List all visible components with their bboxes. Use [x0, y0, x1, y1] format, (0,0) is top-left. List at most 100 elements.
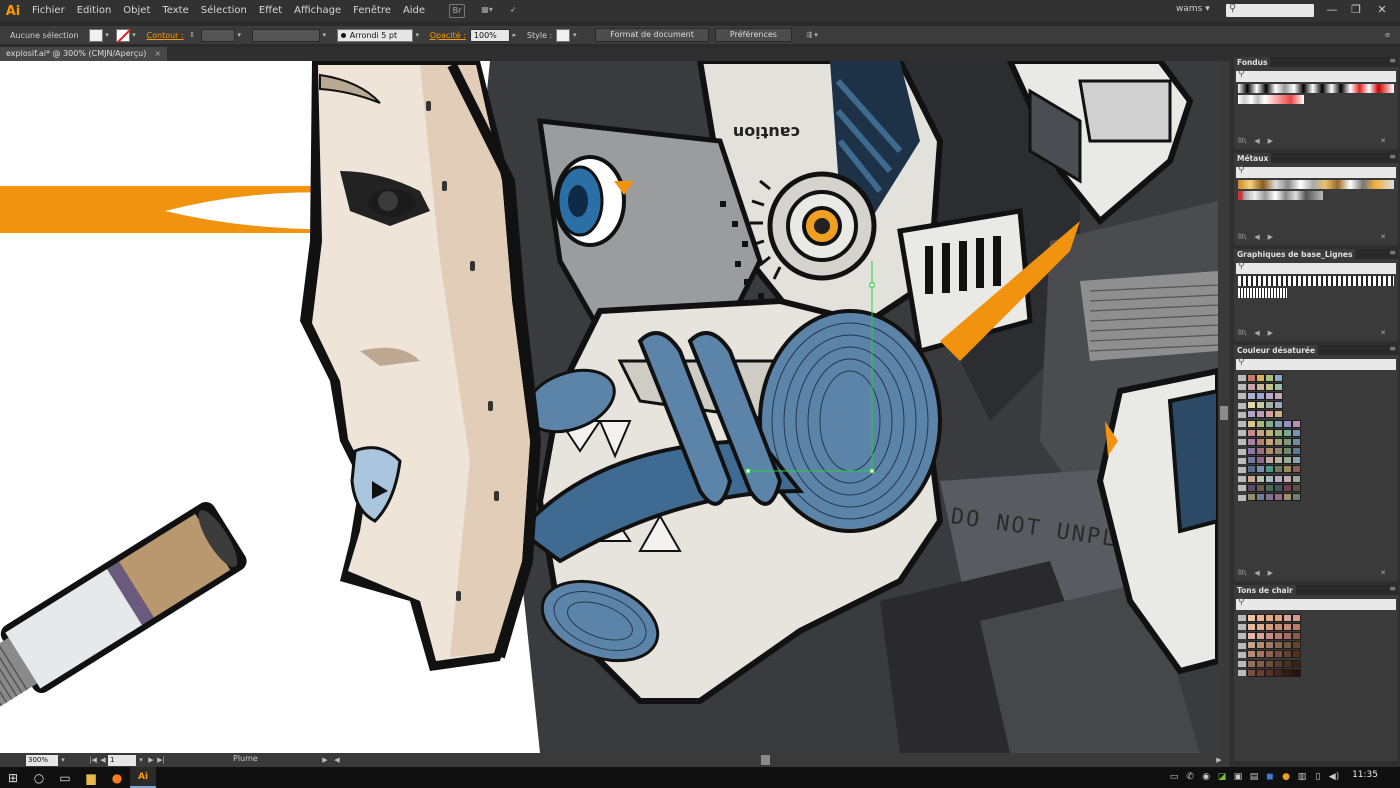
- clock[interactable]: 11:35: [1352, 770, 1378, 780]
- color-swatch[interactable]: [1247, 373, 1256, 382]
- illustrator-taskbar-icon[interactable]: Ai: [130, 767, 156, 788]
- swatch-search-input[interactable]: ⚲: [1236, 357, 1396, 370]
- color-swatch[interactable]: [1265, 622, 1274, 631]
- color-swatch[interactable]: [1247, 419, 1256, 428]
- tray-icon[interactable]: ▤: [1248, 771, 1260, 783]
- color-swatch[interactable]: [1247, 391, 1256, 400]
- document-tab[interactable]: explosif.ai* @ 300% (CMJN/Aperçu) ×: [0, 47, 168, 61]
- color-swatch[interactable]: [1265, 447, 1274, 456]
- color-swatch[interactable]: [1247, 465, 1256, 474]
- stroke-weight-stepper[interactable]: ⇕: [188, 29, 197, 42]
- next-artboard-icon[interactable]: ▶: [146, 756, 156, 764]
- color-swatch[interactable]: [1256, 659, 1265, 668]
- color-swatch[interactable]: [1256, 483, 1265, 492]
- prev-icon[interactable]: ◀: [1254, 569, 1259, 577]
- color-swatch[interactable]: [1292, 668, 1301, 677]
- color-swatch[interactable]: [1274, 659, 1283, 668]
- color-swatch[interactable]: [1265, 659, 1274, 668]
- next-icon[interactable]: ▶: [1268, 233, 1273, 241]
- library-icon[interactable]: lll\: [1238, 569, 1246, 577]
- delete-icon[interactable]: ✕: [1380, 329, 1386, 337]
- menu-affichage[interactable]: Affichage: [288, 0, 347, 22]
- pattern-swatches-row[interactable]: [1238, 276, 1394, 286]
- swatch-group-folder-icon[interactable]: [1238, 623, 1246, 631]
- swatch-group-folder-icon[interactable]: [1238, 466, 1246, 473]
- close-tab-icon[interactable]: ×: [154, 49, 161, 58]
- status-menu-icon[interactable]: ▶: [320, 756, 330, 764]
- panel-menu-icon[interactable]: ≡: [1389, 248, 1396, 257]
- tray-icon[interactable]: ◼: [1264, 771, 1276, 783]
- vertical-scroll-thumb[interactable]: [1220, 406, 1228, 420]
- color-swatch[interactable]: [1274, 474, 1283, 483]
- color-swatch[interactable]: [1256, 631, 1265, 640]
- color-swatch[interactable]: [1256, 493, 1265, 502]
- color-swatch[interactable]: [1274, 401, 1283, 410]
- color-swatch[interactable]: [1292, 419, 1301, 428]
- color-swatch[interactable]: [1256, 641, 1265, 650]
- color-swatch[interactable]: [1283, 493, 1292, 502]
- library-icon[interactable]: lll\: [1238, 137, 1246, 145]
- color-swatch[interactable]: [1247, 410, 1256, 419]
- color-swatch[interactable]: [1283, 428, 1292, 437]
- color-swatch[interactable]: [1265, 456, 1274, 465]
- variable-width-dropdown-icon[interactable]: ▾: [320, 29, 329, 42]
- artboard-number-field[interactable]: 1: [108, 754, 136, 766]
- color-swatch[interactable]: [1265, 382, 1274, 391]
- swatch-group-folder-icon[interactable]: [1238, 420, 1246, 428]
- swatch-group-folder-icon[interactable]: [1238, 614, 1246, 622]
- color-swatch[interactable]: [1274, 465, 1283, 474]
- tray-icon[interactable]: ◉: [1200, 771, 1212, 783]
- stroke-swatch[interactable]: [115, 28, 130, 42]
- pattern-swatches-row[interactable]: [1238, 288, 1288, 298]
- network-icon[interactable]: ▯: [1312, 771, 1324, 783]
- menu-texte[interactable]: Texte: [156, 0, 194, 22]
- color-swatch[interactable]: [1265, 641, 1274, 650]
- color-swatch[interactable]: [1247, 447, 1256, 456]
- swatch-group-folder-icon[interactable]: [1238, 660, 1246, 668]
- panel-menu-icon[interactable]: ≡: [1389, 152, 1396, 161]
- swatch-group-folder-icon[interactable]: [1238, 383, 1246, 391]
- opacity-field[interactable]: 100%: [469, 28, 510, 42]
- color-swatch[interactable]: [1256, 447, 1265, 456]
- color-swatch[interactable]: [1265, 465, 1274, 474]
- color-swatch[interactable]: [1256, 373, 1265, 382]
- swatch-group-folder-icon[interactable]: [1238, 392, 1246, 400]
- menu-fichier[interactable]: Fichier: [26, 0, 71, 22]
- color-swatch[interactable]: [1256, 401, 1265, 410]
- color-swatch[interactable]: [1247, 659, 1256, 668]
- control-panel-menu-icon[interactable]: ≡: [1383, 29, 1392, 42]
- panel-menu-icon[interactable]: ≡: [1389, 344, 1396, 353]
- color-swatch[interactable]: [1247, 428, 1256, 437]
- color-swatch[interactable]: [1283, 613, 1292, 622]
- color-swatch[interactable]: [1292, 437, 1301, 446]
- color-swatch[interactable]: [1292, 474, 1301, 483]
- panel-title[interactable]: Tons de chair: [1234, 585, 1296, 596]
- color-swatch[interactable]: [1274, 391, 1283, 400]
- color-swatch[interactable]: [1256, 428, 1265, 437]
- color-swatch[interactable]: [1292, 613, 1301, 622]
- color-swatch[interactable]: [1292, 493, 1301, 502]
- color-swatch[interactable]: [1247, 668, 1256, 677]
- color-swatch[interactable]: [1292, 483, 1301, 492]
- hscroll-right-icon[interactable]: ▶: [1214, 756, 1224, 764]
- delete-icon[interactable]: ✕: [1380, 569, 1386, 577]
- color-swatch[interactable]: [1283, 419, 1292, 428]
- color-swatch[interactable]: [1256, 613, 1265, 622]
- prev-icon[interactable]: ◀: [1254, 329, 1259, 337]
- color-swatch[interactable]: [1256, 437, 1265, 446]
- swatch-group-folder-icon[interactable]: [1238, 448, 1246, 455]
- arrange-menu-icon[interactable]: ⇶ ▾: [802, 29, 822, 42]
- color-swatch[interactable]: [1283, 641, 1292, 650]
- color-swatch[interactable]: [1274, 668, 1283, 677]
- swatch-group-folder-icon[interactable]: [1238, 642, 1246, 649]
- library-icon[interactable]: lll\: [1238, 329, 1246, 337]
- color-swatch[interactable]: [1265, 613, 1274, 622]
- color-swatch[interactable]: [1292, 641, 1301, 650]
- first-artboard-icon[interactable]: |◀: [88, 756, 98, 764]
- stroke-weight-field[interactable]: [200, 28, 235, 42]
- workspace-switcher[interactable]: wams ▾: [1176, 4, 1210, 14]
- color-swatch[interactable]: [1256, 391, 1265, 400]
- brush-definition-field[interactable]: Arrondi 5 pt: [336, 28, 413, 42]
- color-swatch[interactable]: [1247, 401, 1256, 410]
- next-icon[interactable]: ▶: [1268, 329, 1273, 337]
